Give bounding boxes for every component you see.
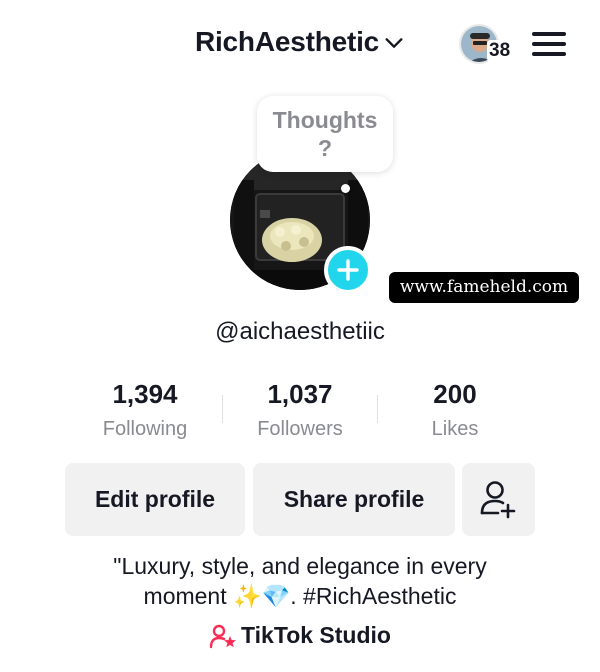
thoughts-label: Thoughts: [272, 107, 378, 133]
stat-divider: [377, 395, 378, 423]
likes-label: Likes: [431, 418, 479, 440]
bio-line-1: "Luxury, style, and elegance in every: [113, 553, 487, 579]
add-friend-button[interactable]: [462, 463, 535, 536]
stat-following[interactable]: 1,394 Following: [70, 378, 220, 441]
edit-profile-button[interactable]: Edit profile: [65, 463, 245, 536]
stat-followers[interactable]: 1,037 Followers: [225, 378, 375, 441]
add-story-button[interactable]: [324, 246, 372, 294]
menu-icon: [532, 32, 566, 36]
thoughts-bubble[interactable]: Thoughts ?: [257, 96, 393, 172]
stat-divider: [222, 395, 223, 423]
followers-count: 1,037: [267, 379, 333, 409]
username-title: RichAesthetic: [194, 26, 380, 57]
notification-count: 38: [487, 40, 513, 62]
bio-line-2: moment ✨💎. #RichAesthetic: [143, 583, 457, 609]
likes-count: 200: [433, 379, 477, 409]
profile-bio: "Luxury, style, and elegance in every mo…: [0, 551, 600, 611]
studio-label: TikTok Studio: [241, 622, 391, 648]
followers-label: Followers: [257, 418, 343, 440]
bubble-tail: [341, 184, 350, 193]
share-profile-button[interactable]: Share profile: [253, 463, 455, 536]
menu-button[interactable]: [532, 30, 568, 58]
following-label: Following: [102, 418, 188, 440]
watermark: www.fameheld.com: [389, 272, 579, 303]
profile-handle: @aichaesthetiic: [215, 318, 385, 345]
following-count: 1,394: [112, 379, 178, 409]
chevron-down-icon: [385, 38, 403, 48]
tiktok-studio-link[interactable]: TikTok Studio: [0, 622, 600, 654]
thoughts-question: ?: [317, 135, 333, 161]
add-icon: [337, 259, 359, 281]
add-friend-icon: [480, 481, 516, 519]
studio-icon: [209, 624, 237, 648]
stat-likes[interactable]: 200 Likes: [380, 378, 530, 441]
